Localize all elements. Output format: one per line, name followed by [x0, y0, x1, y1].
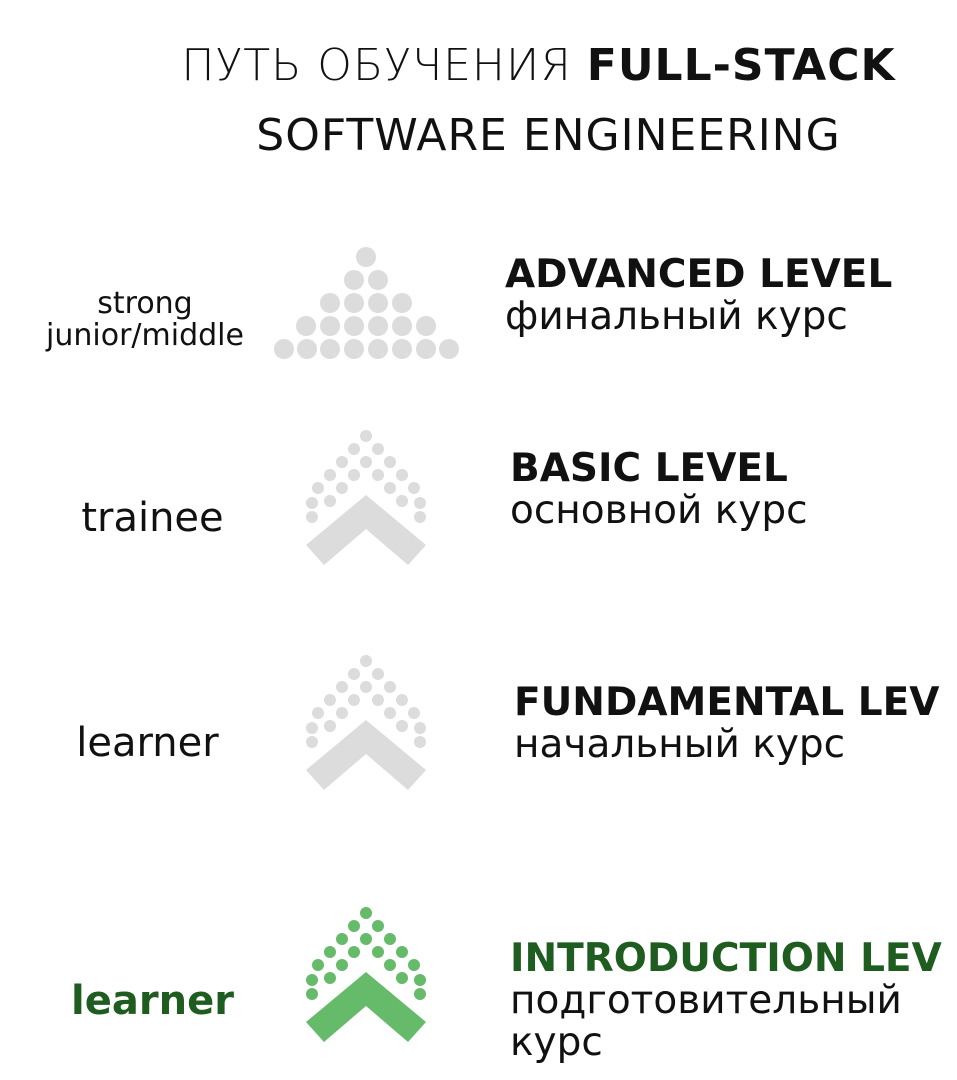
- role-label-advanced: strong junior/middle: [30, 288, 260, 352]
- level-introduction: INTRODUCTION LEV подготовительный курс: [510, 938, 942, 1064]
- level-title-advanced: ADVANCED LEVEL: [505, 252, 893, 297]
- title-light: ПУТЬ ОБУЧЕНИЯ: [181, 40, 587, 91]
- level-subtitle-introduction-2: курс: [510, 1020, 603, 1065]
- page-title: ПУТЬ ОБУЧЕНИЯ FULL-STACK: [0, 40, 957, 91]
- level-subtitle-introduction-1: подготовительный: [510, 978, 902, 1023]
- dotted-chevron-up-icon: [306, 430, 426, 565]
- level-basic: BASIC LEVEL основной курс: [510, 448, 808, 532]
- page-subtitle: SOFTWARE ENGINEERING: [256, 110, 841, 161]
- level-title-basic: BASIC LEVEL: [510, 446, 788, 491]
- level-subtitle-fundamental: начальный курс: [514, 722, 846, 767]
- level-subtitle-basic: основной курс: [510, 488, 808, 533]
- dotted-chevron-up-icon: [306, 655, 426, 790]
- role-label-fundamental: learner: [76, 720, 219, 766]
- level-fundamental: FUNDAMENTAL LEV начальный курс: [514, 682, 939, 766]
- title-bold: FULL-STACK: [586, 40, 896, 91]
- dot-pyramid-icon: [274, 247, 459, 359]
- level-advanced: BASIC LEVEL ADVANCED LEVEL финальный кур…: [505, 254, 892, 338]
- role-line-2: junior/middle: [46, 318, 244, 353]
- role-label-introduction: learner: [71, 978, 234, 1024]
- role-line-1: strong: [97, 286, 193, 321]
- level-title-introduction: INTRODUCTION LEV: [510, 936, 942, 981]
- role-label-basic: trainee: [81, 495, 224, 541]
- level-subtitle-advanced: финальный курс: [505, 294, 848, 339]
- level-title-fundamental: FUNDAMENTAL LEV: [514, 680, 940, 725]
- dotted-chevron-up-icon: [306, 907, 426, 1042]
